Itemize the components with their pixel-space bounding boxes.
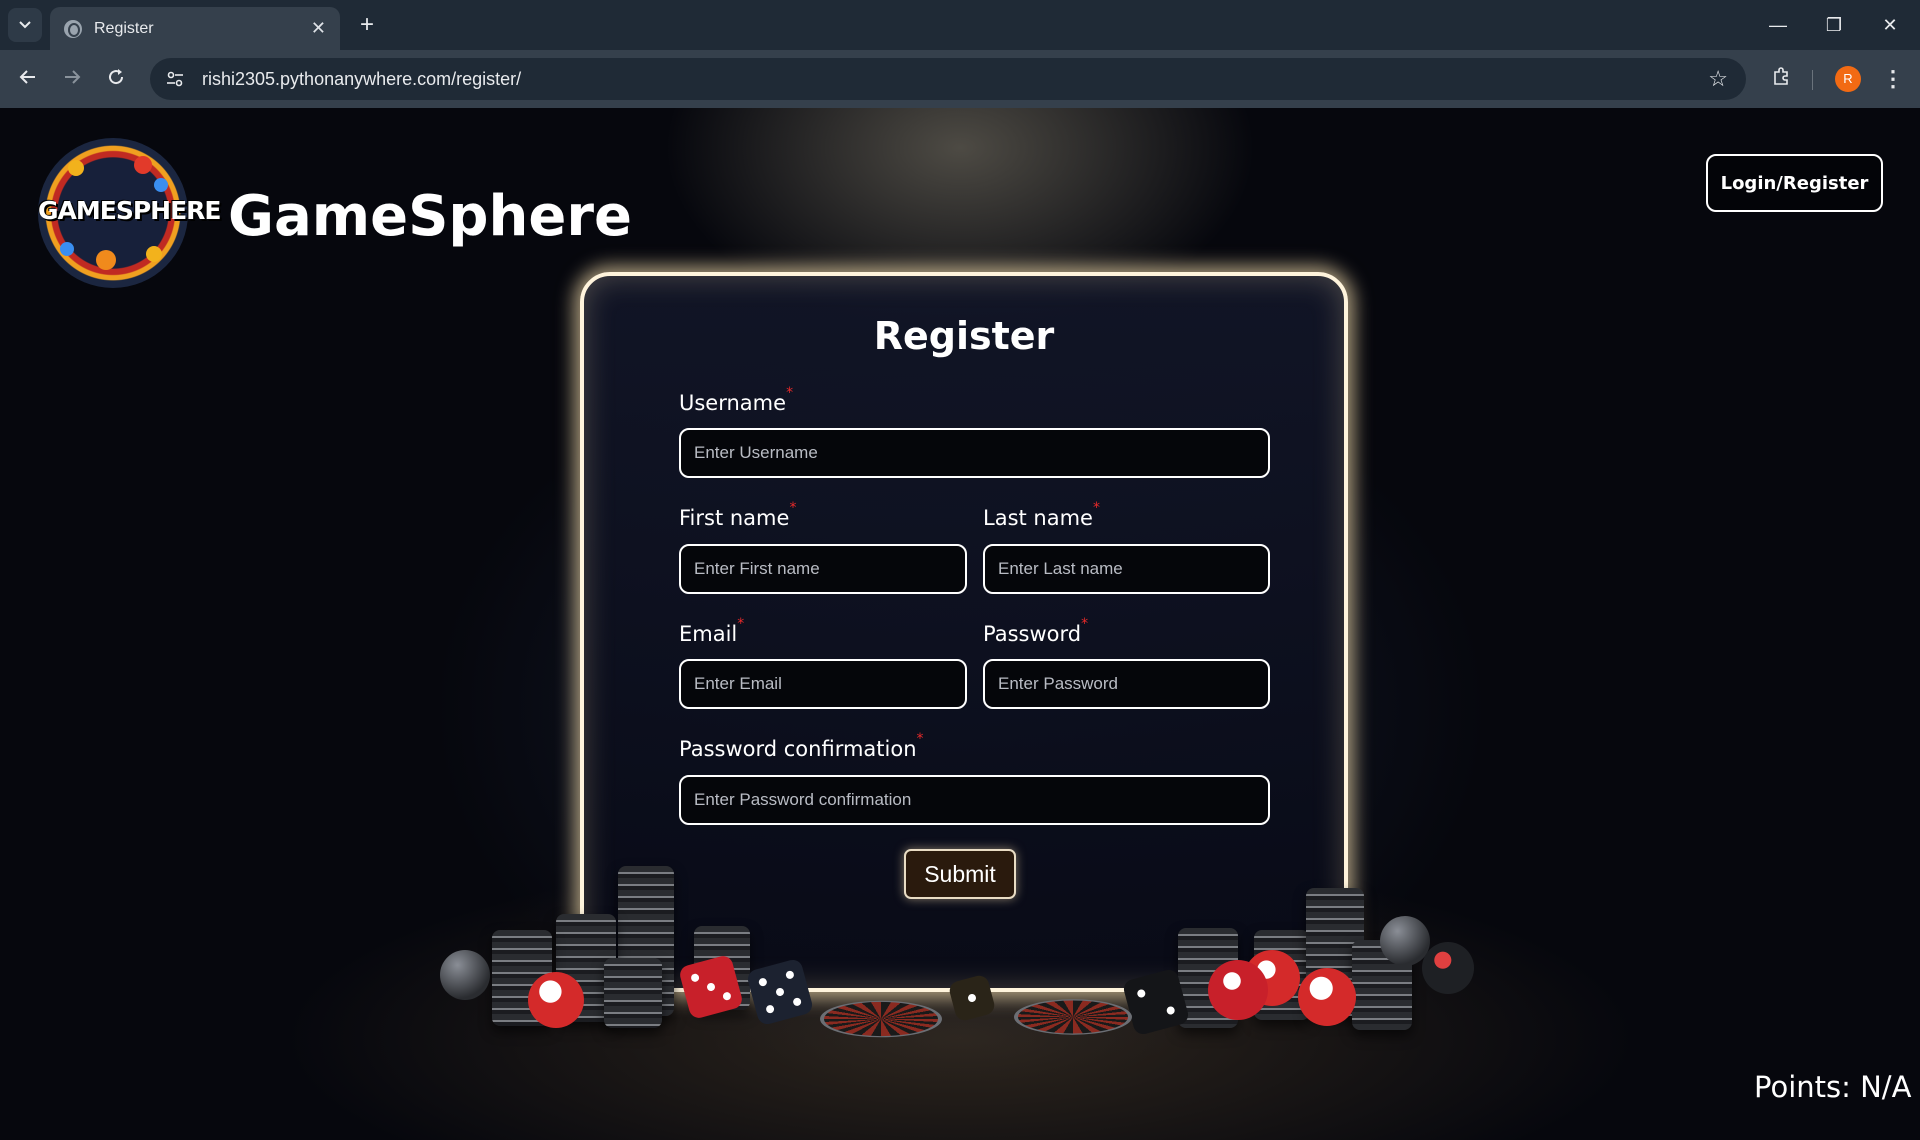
small-die — [947, 973, 997, 1023]
browser-tab[interactable]: Register ✕ — [50, 7, 340, 50]
tab-title: Register — [94, 19, 154, 37]
browser-toolbar: rishi2305.pythonanywhere.com/register/ ☆ — [0, 50, 1920, 108]
blue-die — [745, 957, 815, 1027]
die-pip — [1165, 1005, 1176, 1016]
die-pip — [706, 982, 716, 992]
profile-avatar[interactable]: R — [1835, 66, 1861, 92]
more-vert-icon[interactable]: ⋮ — [1880, 64, 1906, 94]
roulette-wheel — [1014, 999, 1132, 1035]
casino-decoration — [0, 108, 1920, 1140]
back-button[interactable] — [12, 64, 44, 96]
die-pip — [792, 997, 803, 1007]
die-pip — [775, 987, 785, 997]
browser-tab-bar: Register ✕ + — ❐ ✕ — [0, 0, 1920, 50]
die-pip — [765, 1004, 775, 1015]
arrow-right-icon — [65, 70, 81, 84]
extensions-button[interactable] — [1766, 64, 1798, 96]
ball — [1208, 960, 1268, 1020]
arrow-left-icon — [19, 70, 35, 84]
minimize-icon[interactable]: — — [1758, 10, 1798, 40]
tab-search-button[interactable] — [8, 8, 42, 42]
reload-icon — [109, 69, 124, 85]
ball — [1298, 968, 1356, 1026]
globe-icon — [64, 19, 82, 38]
die-pip — [757, 977, 768, 987]
chevron-down-icon — [19, 21, 31, 29]
address-bar[interactable]: rishi2305.pythonanywhere.com/register/ ☆ — [150, 58, 1746, 100]
ball — [528, 972, 584, 1028]
die-pip — [690, 972, 700, 983]
puzzle-icon — [1774, 67, 1788, 85]
tab-close-icon[interactable]: ✕ — [311, 18, 326, 39]
restore-icon[interactable]: ❐ — [1814, 10, 1854, 40]
die-pip — [967, 993, 977, 1003]
submit-button[interactable]: Submit — [904, 849, 1016, 899]
page-body: GAMESPHERE GameSphere Login/Register Reg… — [0, 108, 1920, 1140]
ball — [440, 950, 490, 1000]
new-tab-button[interactable]: + — [352, 10, 382, 40]
forward-button[interactable] — [56, 64, 88, 96]
close-window-icon[interactable]: ✕ — [1870, 10, 1910, 40]
url-text[interactable]: rishi2305.pythonanywhere.com/register/ — [202, 69, 1746, 90]
ball — [1422, 942, 1474, 994]
roulette-wheel — [820, 1000, 942, 1038]
die-pip — [785, 969, 795, 980]
die-pip — [1136, 988, 1147, 999]
reload-button[interactable] — [100, 64, 132, 96]
die-pip — [722, 991, 732, 1002]
toolbar-divider — [1812, 70, 1813, 90]
tune-icon — [167, 71, 183, 87]
star-icon[interactable]: ☆ — [1708, 66, 1728, 92]
points-display: Points: N/A — [1754, 1070, 1912, 1104]
site-info-button[interactable] — [156, 64, 194, 94]
chip-stack — [604, 958, 662, 1028]
